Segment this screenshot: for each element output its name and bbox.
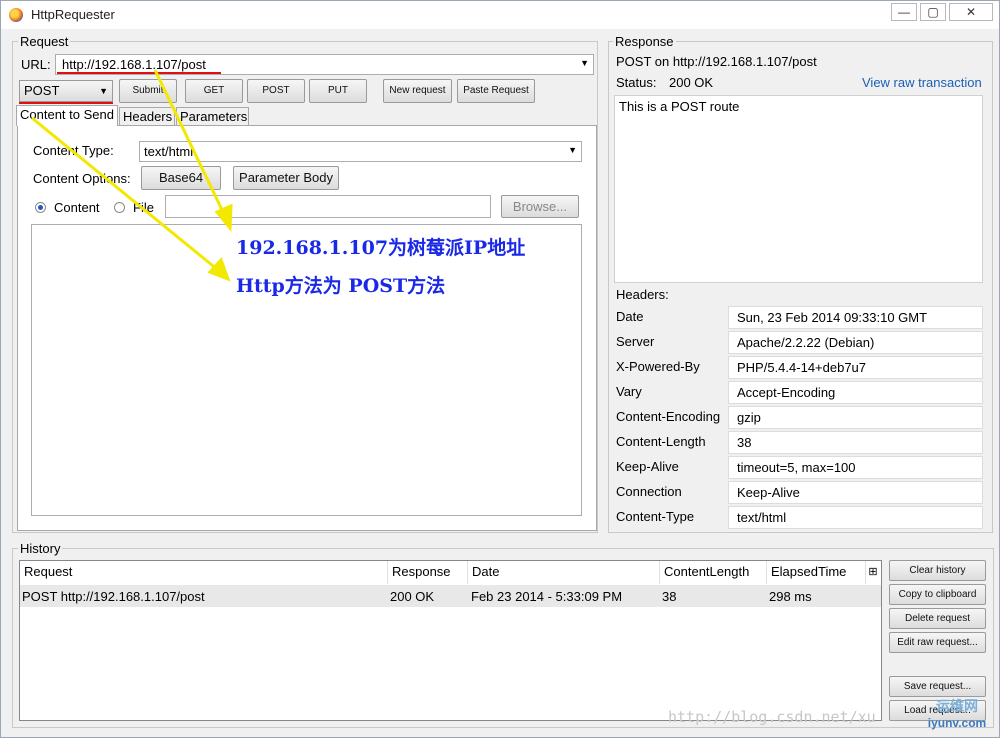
arrow-url bbox=[153, 69, 226, 215]
arrowhead bbox=[207, 257, 231, 282]
watermark-logo: 运维网 iyunv.com bbox=[918, 696, 996, 734]
annotation-ip-note: 192.168.1.107为树莓派IP地址 bbox=[236, 237, 526, 259]
arrowhead bbox=[214, 203, 233, 233]
annotation-arrows bbox=[31, 69, 233, 282]
annotation-method-note: Http方法为 POST方法 bbox=[236, 275, 446, 297]
watermark-logo-sub: iyunv.com bbox=[927, 716, 987, 730]
watermark-logo-text: 运维网 bbox=[936, 698, 978, 714]
watermark-url: http://blog.csdn.net/xu bbox=[668, 708, 876, 726]
